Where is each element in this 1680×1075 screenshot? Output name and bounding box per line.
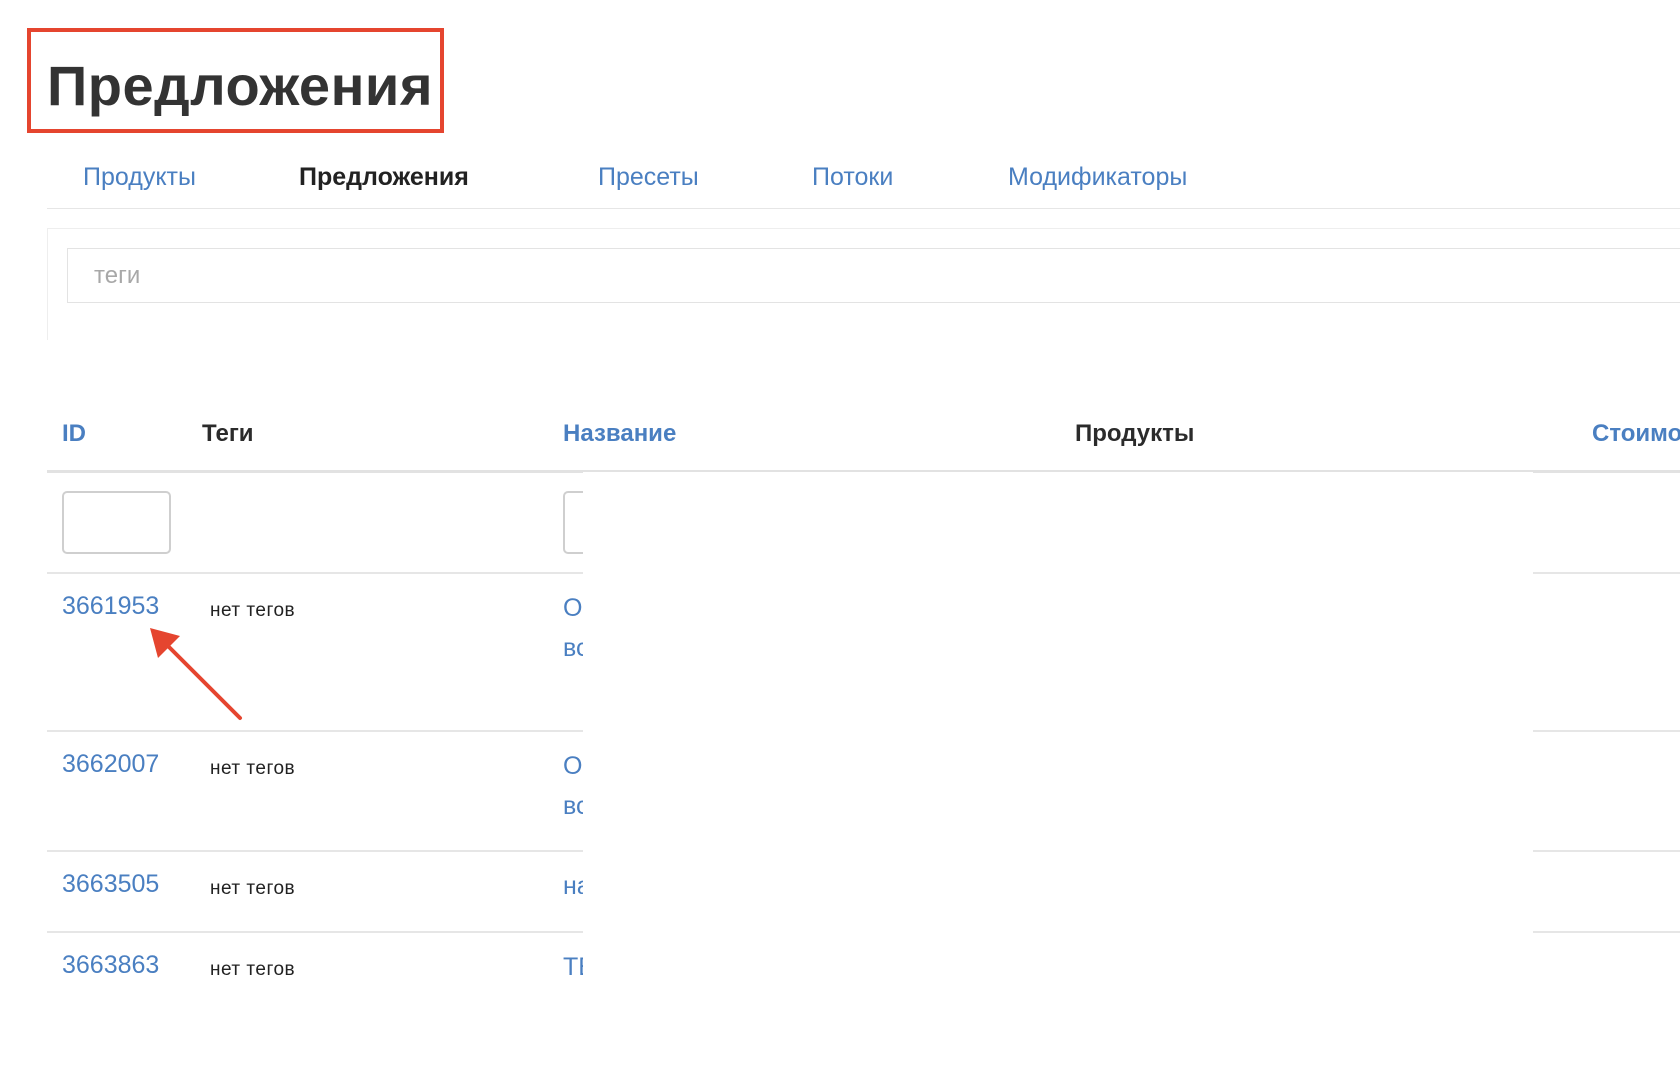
column-header-tags: Теги (202, 420, 254, 447)
redaction-mask (583, 472, 1533, 1075)
offer-tags: нет тегов (210, 600, 296, 621)
tab-products[interactable]: Продукты (83, 152, 196, 208)
column-header-products: Продукты (1075, 420, 1195, 447)
offer-name-link-line2[interactable]: вс (563, 786, 583, 826)
offer-id-link[interactable]: 3661953 (62, 592, 159, 621)
offer-tags: нет тегов (210, 878, 296, 899)
id-filter-input[interactable] (62, 491, 171, 554)
offer-name-link[interactable]: О (563, 588, 583, 628)
offer-id-link[interactable]: 3663863 (62, 951, 159, 980)
tab-presets[interactable]: Пресеты (598, 152, 699, 208)
column-header-name[interactable]: Название (563, 420, 676, 448)
offer-name-link-line2[interactable]: вс (563, 628, 583, 668)
offer-id-link[interactable]: 3662007 (62, 750, 159, 779)
filter-panel (47, 228, 1680, 340)
offer-name-link[interactable]: на (563, 866, 583, 906)
tabs-bar: Продукты Предложения Пресеты Потоки Моди… (47, 152, 1680, 209)
offer-name-link[interactable]: О (563, 746, 583, 786)
tab-offers[interactable]: Предложения (267, 152, 547, 208)
offer-tags: нет тегов (210, 959, 296, 980)
annotation-arrow-icon (150, 628, 242, 720)
offer-tags: нет тегов (210, 758, 296, 779)
offer-name-link[interactable]: ТЕ (563, 947, 583, 987)
tab-modifiers[interactable]: Модификаторы (1008, 152, 1187, 208)
column-header-cost[interactable]: Стоимо (1592, 420, 1680, 448)
tags-filter-input[interactable] (67, 248, 1680, 303)
offer-id-link[interactable]: 3663505 (62, 870, 159, 899)
column-header-id[interactable]: ID (62, 420, 86, 448)
page-title: Предложения (47, 54, 433, 117)
tab-flows[interactable]: Потоки (812, 152, 893, 208)
